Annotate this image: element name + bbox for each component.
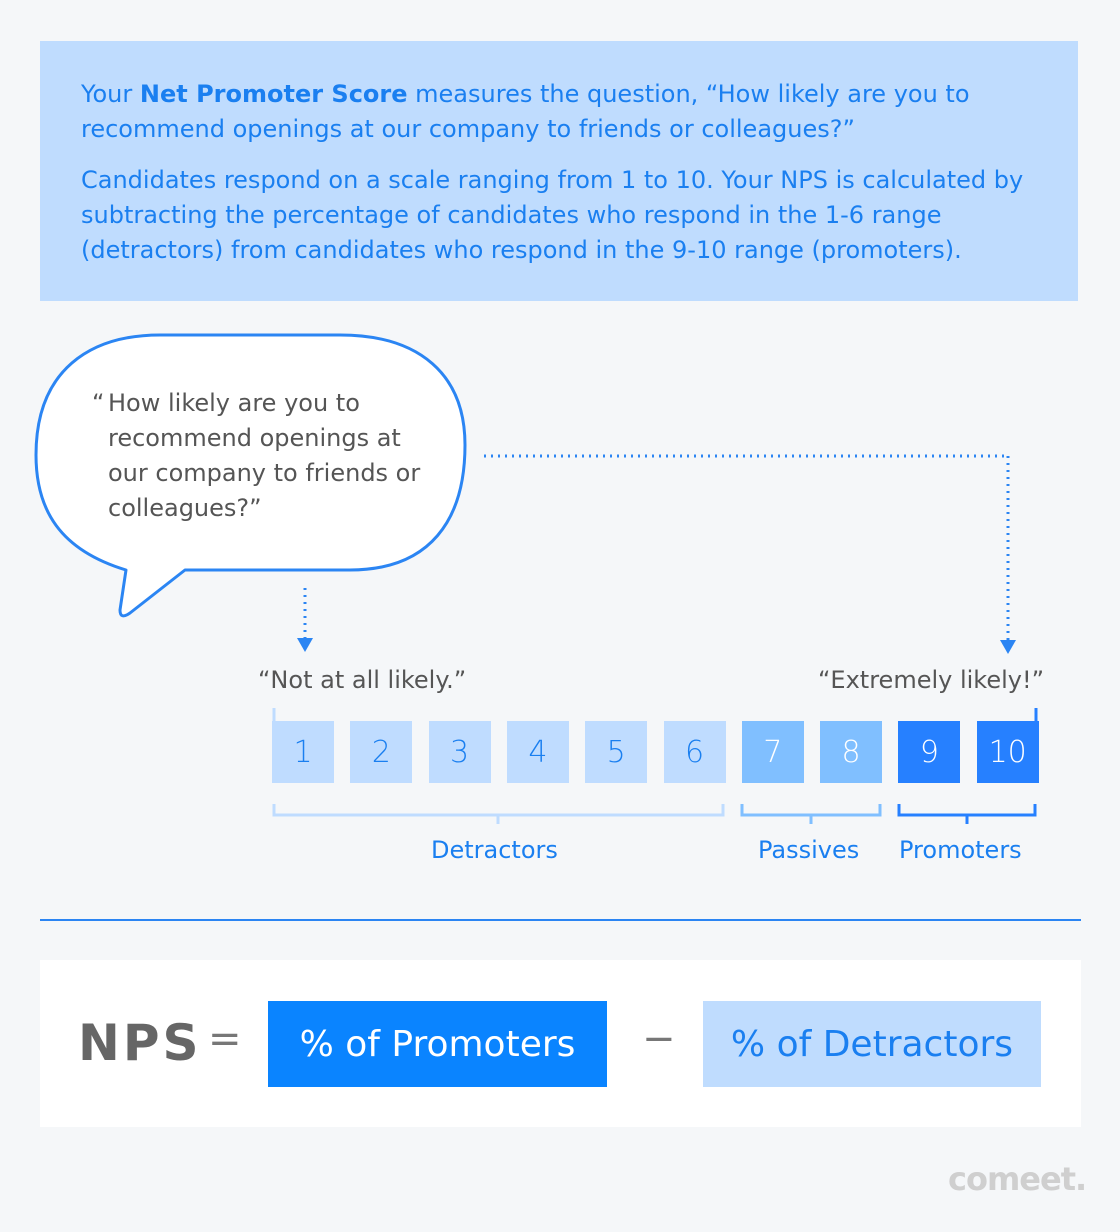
- scale-box-6: 6: [663, 721, 726, 783]
- scale-box-7: 7: [741, 721, 804, 783]
- intro-panel: Your Net Promoter Score measures the que…: [40, 41, 1078, 301]
- scale-box-10: 10: [976, 721, 1039, 783]
- divider: [40, 919, 1081, 921]
- detractors-bracket: [272, 804, 725, 824]
- scale-box-2: 2: [350, 721, 413, 783]
- passives-bracket: [740, 804, 882, 824]
- intro-paragraph-2: Candidates respond on a scale ranging fr…: [81, 166, 1024, 264]
- passives-label: Passives: [758, 836, 860, 864]
- scale-box-3: 3: [428, 721, 491, 783]
- scale-box-5: 5: [585, 721, 648, 783]
- scale-box-8: 8: [820, 721, 883, 783]
- low-label: “Not at all likely.”: [258, 666, 467, 694]
- promoters-percent-box: % of Promoters: [268, 1001, 607, 1087]
- scale-box-1: 1: [272, 721, 334, 783]
- promoters-bracket: [897, 804, 1037, 824]
- arrow-down-icon: [297, 638, 313, 652]
- detractors-percent-box: % of Detractors: [703, 1001, 1041, 1087]
- minus-sign: −: [642, 1016, 676, 1062]
- bubble-quote: “ How likely are you to recommend openin…: [92, 389, 421, 522]
- promoters-label: Promoters: [899, 836, 1022, 864]
- detractors-label: Detractors: [431, 836, 558, 864]
- arrow-down-icon: [1000, 640, 1016, 654]
- nps-label: NPS: [78, 1014, 202, 1072]
- scale-box-4: 4: [506, 721, 569, 783]
- intro-paragraph-1: Your Net Promoter Score measures the que…: [81, 80, 970, 143]
- scale-box-9: 9: [898, 721, 961, 783]
- comeet-logo: comeet.: [948, 1160, 1087, 1198]
- high-label: “Extremely likely!”: [818, 666, 1045, 694]
- equals-sign: =: [208, 1016, 242, 1062]
